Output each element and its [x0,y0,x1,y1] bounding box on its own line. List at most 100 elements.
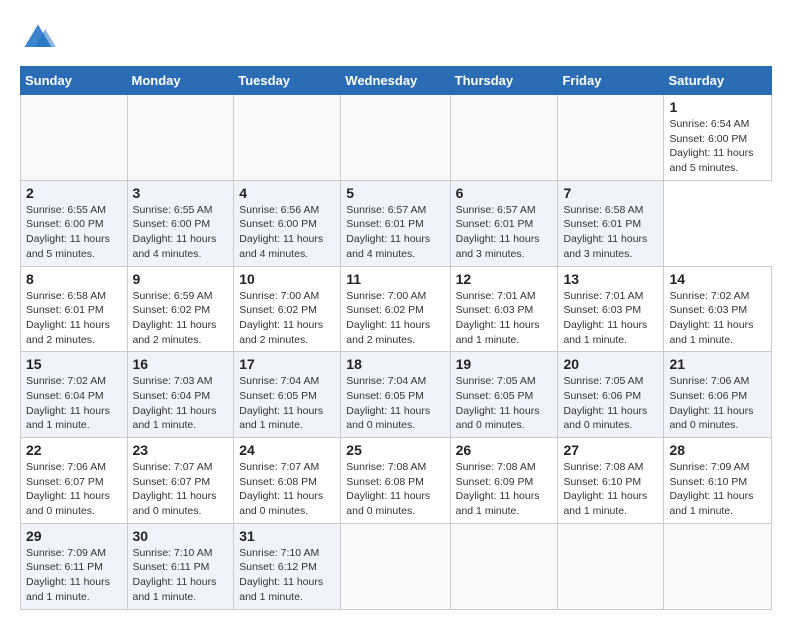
calendar-week-3: 15Sunrise: 7:02 AMSunset: 6:04 PMDayligh… [21,352,772,438]
day-info: Sunrise: 7:04 AMSunset: 6:05 PMDaylight:… [239,374,335,433]
day-cell-19: 19 Sunrise: 7:05 AMSunset: 6:05 PMDayligh… [450,352,558,438]
day-cell-21: 21 Sunrise: 7:06 AMSunset: 6:06 PMDayligh… [664,352,772,438]
day-info: Sunrise: 7:02 AMSunset: 6:04 PMDaylight:… [26,374,122,433]
day-number: 9 [133,271,229,287]
day-number: 22 [26,442,122,458]
day-cell-9: 9Sunrise: 6:59 AMSunset: 6:02 PMDaylight… [127,266,234,352]
header-tuesday: Tuesday [234,67,341,95]
empty-cell [341,523,450,609]
logo [20,20,60,56]
empty-cell [234,95,341,181]
empty-cell [21,95,128,181]
header-monday: Monday [127,67,234,95]
header-friday: Friday [558,67,664,95]
day-info: Sunrise: 7:09 AMSunset: 6:11 PMDaylight:… [26,546,122,605]
empty-cell [558,95,664,181]
day-cell-1: 1 Sunrise: 6:54 AMSunset: 6:00 PMDaylight… [664,95,772,181]
day-info: Sunrise: 7:10 AMSunset: 6:12 PMDaylight:… [239,546,335,605]
calendar-header: SundayMondayTuesdayWednesdayThursdayFrid… [21,67,772,95]
calendar-week-1: 2 Sunrise: 6:55 AMSunset: 6:00 PMDaylight… [21,180,772,266]
header-thursday: Thursday [450,67,558,95]
day-number: 17 [239,356,335,372]
empty-cell [450,95,558,181]
day-info: Sunrise: 7:08 AMSunset: 6:10 PMDaylight:… [563,460,658,519]
header-wednesday: Wednesday [341,67,450,95]
day-number: 31 [239,528,335,544]
day-cell-17: 17 Sunrise: 7:04 AMSunset: 6:05 PMDayligh… [234,352,341,438]
day-number: 2 [26,185,122,201]
empty-cell [127,95,234,181]
day-number: 8 [26,271,122,287]
day-info: Sunrise: 6:54 AMSunset: 6:00 PMDaylight:… [669,117,766,176]
day-info: Sunrise: 6:58 AMSunset: 6:01 PMDaylight:… [563,203,658,262]
day-info: Sunrise: 7:07 AMSunset: 6:08 PMDaylight:… [239,460,335,519]
empty-cell [664,523,772,609]
day-info: Sunrise: 7:06 AMSunset: 6:06 PMDaylight:… [669,374,766,433]
day-info: Sunrise: 7:06 AMSunset: 6:07 PMDaylight:… [26,460,122,519]
day-info: Sunrise: 7:08 AMSunset: 6:08 PMDaylight:… [346,460,444,519]
day-cell-13: 13 Sunrise: 7:01 AMSunset: 6:03 PMDayligh… [558,266,664,352]
calendar-week-0: 1 Sunrise: 6:54 AMSunset: 6:00 PMDaylight… [21,95,772,181]
calendar-week-4: 22 Sunrise: 7:06 AMSunset: 6:07 PMDayligh… [21,438,772,524]
day-number: 25 [346,442,444,458]
empty-cell [341,95,450,181]
day-cell-6: 6 Sunrise: 6:57 AMSunset: 6:01 PMDaylight… [450,180,558,266]
day-info: Sunrise: 6:55 AMSunset: 6:00 PMDaylight:… [26,203,122,262]
day-cell-29: 29Sunrise: 7:09 AMSunset: 6:11 PMDayligh… [21,523,128,609]
day-cell-5: 5Sunrise: 6:57 AMSunset: 6:01 PMDaylight… [341,180,450,266]
day-number: 30 [133,528,229,544]
day-info: Sunrise: 7:03 AMSunset: 6:04 PMDaylight:… [133,374,229,433]
day-cell-18: 18 Sunrise: 7:04 AMSunset: 6:05 PMDayligh… [341,352,450,438]
day-number: 26 [456,442,553,458]
day-info: Sunrise: 7:01 AMSunset: 6:03 PMDaylight:… [563,289,658,348]
day-number: 28 [669,442,766,458]
day-cell-7: 7 Sunrise: 6:58 AMSunset: 6:01 PMDaylight… [558,180,664,266]
day-info: Sunrise: 7:00 AMSunset: 6:02 PMDaylight:… [346,289,444,348]
calendar-table: SundayMondayTuesdayWednesdayThursdayFrid… [20,66,772,610]
day-number: 13 [563,271,658,287]
day-number: 14 [669,271,766,287]
day-number: 19 [456,356,553,372]
day-cell-22: 22 Sunrise: 7:06 AMSunset: 6:07 PMDayligh… [21,438,128,524]
day-number: 11 [346,271,444,287]
day-number: 21 [669,356,766,372]
day-info: Sunrise: 7:05 AMSunset: 6:06 PMDaylight:… [563,374,658,433]
day-info: Sunrise: 7:04 AMSunset: 6:05 PMDaylight:… [346,374,444,433]
calendar-body: 1 Sunrise: 6:54 AMSunset: 6:00 PMDaylight… [21,95,772,610]
logo-icon [20,20,56,56]
day-cell-24: 24 Sunrise: 7:07 AMSunset: 6:08 PMDayligh… [234,438,341,524]
page-header [20,20,772,56]
day-info: Sunrise: 6:57 AMSunset: 6:01 PMDaylight:… [346,203,444,262]
day-number: 20 [563,356,658,372]
day-info: Sunrise: 6:55 AMSunset: 6:00 PMDaylight:… [133,203,229,262]
day-cell-31: 31 Sunrise: 7:10 AMSunset: 6:12 PMDayligh… [234,523,341,609]
day-info: Sunrise: 7:01 AMSunset: 6:03 PMDaylight:… [456,289,553,348]
day-info: Sunrise: 7:05 AMSunset: 6:05 PMDaylight:… [456,374,553,433]
day-number: 6 [456,185,553,201]
day-cell-11: 11 Sunrise: 7:00 AMSunset: 6:02 PMDayligh… [341,266,450,352]
day-info: Sunrise: 7:07 AMSunset: 6:07 PMDaylight:… [133,460,229,519]
day-cell-3: 3Sunrise: 6:55 AMSunset: 6:00 PMDaylight… [127,180,234,266]
day-info: Sunrise: 7:02 AMSunset: 6:03 PMDaylight:… [669,289,766,348]
day-cell-12: 12Sunrise: 7:01 AMSunset: 6:03 PMDayligh… [450,266,558,352]
calendar-week-5: 29Sunrise: 7:09 AMSunset: 6:11 PMDayligh… [21,523,772,609]
day-cell-10: 10Sunrise: 7:00 AMSunset: 6:02 PMDayligh… [234,266,341,352]
day-number: 16 [133,356,229,372]
day-cell-27: 27Sunrise: 7:08 AMSunset: 6:10 PMDayligh… [558,438,664,524]
day-number: 4 [239,185,335,201]
day-info: Sunrise: 7:08 AMSunset: 6:09 PMDaylight:… [456,460,553,519]
day-cell-8: 8Sunrise: 6:58 AMSunset: 6:01 PMDaylight… [21,266,128,352]
day-number: 23 [133,442,229,458]
header-saturday: Saturday [664,67,772,95]
day-info: Sunrise: 6:56 AMSunset: 6:00 PMDaylight:… [239,203,335,262]
day-number: 10 [239,271,335,287]
day-number: 24 [239,442,335,458]
day-number: 18 [346,356,444,372]
day-cell-16: 16 Sunrise: 7:03 AMSunset: 6:04 PMDayligh… [127,352,234,438]
day-cell-23: 23 Sunrise: 7:07 AMSunset: 6:07 PMDayligh… [127,438,234,524]
day-number: 7 [563,185,658,201]
empty-cell [558,523,664,609]
day-info: Sunrise: 6:57 AMSunset: 6:01 PMDaylight:… [456,203,553,262]
day-cell-20: 20 Sunrise: 7:05 AMSunset: 6:06 PMDayligh… [558,352,664,438]
day-number: 1 [669,99,766,115]
